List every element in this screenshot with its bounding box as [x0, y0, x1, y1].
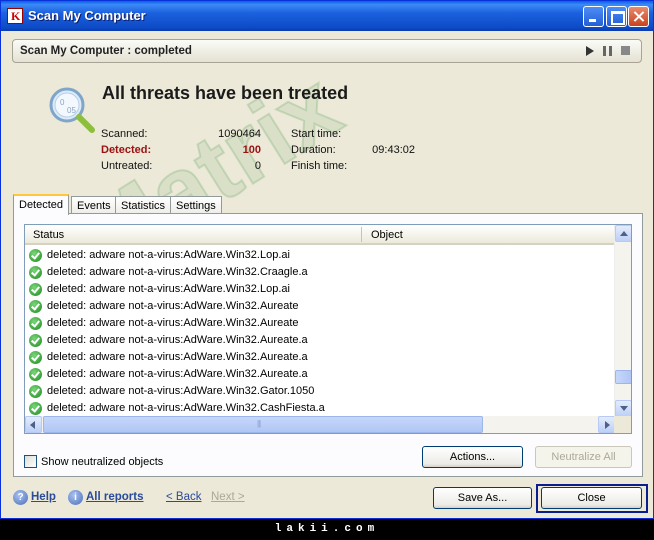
- column-header-status[interactable]: Status: [33, 229, 64, 241]
- help-icon[interactable]: ?: [13, 490, 28, 505]
- scroll-right-button[interactable]: [598, 416, 615, 433]
- window-title: Scan My Computer: [28, 8, 146, 23]
- green-check-icon: [29, 283, 42, 296]
- info-icon[interactable]: i: [68, 490, 83, 505]
- all-reports-link[interactable]: All reports: [86, 491, 144, 503]
- next-link[interactable]: Next >: [211, 491, 245, 503]
- row-status-text: deleted: adware not-a-virus:AdWare.Win32…: [47, 351, 308, 363]
- green-check-icon: [29, 368, 42, 381]
- scanned-label: Scanned:: [101, 128, 148, 140]
- row-status-text: deleted: adware not-a-virus:AdWare.Win32…: [47, 300, 299, 312]
- list-item[interactable]: deleted: adware not-a-virus:AdWare.Win32…: [25, 314, 615, 331]
- start-time-label: Start time:: [291, 128, 342, 140]
- footer-bar: lakii.com: [0, 519, 654, 540]
- list-item[interactable]: deleted: adware not-a-virus:AdWare.Win32…: [25, 263, 615, 280]
- detected-label: Detected:: [101, 144, 152, 156]
- list-item[interactable]: deleted: adware not-a-virus:AdWare.Win32…: [25, 246, 615, 263]
- list-item[interactable]: deleted: adware not-a-virus:AdWare.Win32…: [25, 365, 615, 382]
- detected-objects-list[interactable]: Status Object deleted: adware not-a-viru…: [24, 224, 632, 434]
- close-window-button[interactable]: [628, 6, 649, 27]
- title-bar[interactable]: Scan My Computer: [1, 1, 653, 31]
- actions-button[interactable]: Actions...: [422, 446, 523, 468]
- green-check-icon: [29, 317, 42, 330]
- list-item[interactable]: deleted: adware not-a-virus:AdWare.Win32…: [25, 348, 615, 365]
- svg-text:0: 0: [60, 98, 65, 107]
- close-button[interactable]: Close: [541, 487, 642, 509]
- duration-label: Duration:: [291, 144, 336, 156]
- green-check-icon: [29, 402, 42, 415]
- show-neutralized-checkbox[interactable]: [24, 455, 37, 468]
- scrollbar-corner: [614, 416, 631, 433]
- finish-time-label: Finish time:: [291, 160, 348, 172]
- untreated-value: 0: [254, 160, 261, 172]
- scroll-up-button[interactable]: [615, 225, 631, 242]
- tab-detected[interactable]: Detected: [13, 194, 70, 215]
- kaspersky-k-icon: [7, 8, 23, 24]
- row-status-text: deleted: adware not-a-virus:AdWare.Win32…: [47, 402, 325, 414]
- row-status-text: deleted: adware not-a-virus:AdWare.Win32…: [47, 334, 308, 346]
- help-link[interactable]: Help: [31, 491, 56, 503]
- horizontal-scrollbar[interactable]: [25, 416, 615, 433]
- svg-text:05: 05: [67, 106, 76, 115]
- list-item[interactable]: deleted: adware not-a-virus:AdWare.Win32…: [25, 382, 615, 399]
- green-check-icon: [29, 266, 42, 279]
- list-item[interactable]: deleted: adware not-a-virus:AdWare.Win32…: [25, 280, 615, 297]
- scan-status-panel: Scan My Computer : completed: [12, 39, 642, 63]
- list-rows: deleted: adware not-a-virus:AdWare.Win32…: [25, 246, 615, 416]
- save-as-button[interactable]: Save As...: [433, 487, 532, 509]
- row-status-text: deleted: adware not-a-virus:AdWare.Win32…: [47, 317, 299, 329]
- untreated-label: Untreated:: [101, 160, 153, 172]
- vertical-scroll-thumb[interactable]: [615, 370, 631, 384]
- row-status-text: deleted: adware not-a-virus:AdWare.Win32…: [47, 283, 290, 295]
- row-status-text: deleted: adware not-a-virus:AdWare.Win32…: [47, 368, 308, 380]
- green-check-icon: [29, 249, 42, 262]
- vertical-scrollbar[interactable]: [614, 225, 631, 417]
- scan-result-headline: All threats have been treated: [102, 83, 349, 103]
- scroll-down-button[interactable]: [615, 400, 631, 417]
- detected-value: 100: [242, 144, 261, 156]
- green-check-icon: [29, 351, 42, 364]
- scan-window: Scan My Computer Scan My Computer : comp…: [0, 0, 654, 519]
- scanned-value: 1090464: [218, 128, 261, 140]
- duration-value: 09:43:02: [372, 144, 415, 156]
- back-link[interactable]: < Back: [166, 491, 201, 503]
- row-status-text: deleted: adware not-a-virus:AdWare.Win32…: [47, 266, 308, 278]
- maximize-button[interactable]: [606, 6, 627, 27]
- list-item[interactable]: deleted: adware not-a-virus:AdWare.Win32…: [25, 297, 615, 314]
- neutralize-all-button[interactable]: Neutralize All: [535, 446, 632, 468]
- minimize-button[interactable]: [583, 6, 604, 27]
- footer-text: lakii.com: [274, 523, 380, 535]
- pause-icon[interactable]: [603, 46, 612, 56]
- stop-icon[interactable]: [621, 46, 630, 55]
- column-header-object[interactable]: Object: [371, 229, 403, 241]
- detected-tab-panel: Status Object deleted: adware not-a-viru…: [13, 213, 643, 477]
- green-check-icon: [29, 334, 42, 347]
- list-item[interactable]: deleted: adware not-a-virus:AdWare.Win32…: [25, 331, 615, 348]
- row-status-text: deleted: adware not-a-virus:AdWare.Win32…: [47, 249, 290, 261]
- scroll-left-button[interactable]: [25, 416, 42, 433]
- scan-status-text: Scan My Computer : completed: [20, 45, 192, 57]
- green-check-icon: [29, 385, 42, 398]
- list-header: Status Object: [25, 225, 615, 245]
- horizontal-scroll-thumb[interactable]: [43, 416, 483, 433]
- show-neutralized-label[interactable]: Show neutralized objects: [41, 456, 163, 468]
- column-divider[interactable]: [361, 227, 362, 242]
- play-icon[interactable]: [586, 46, 594, 56]
- list-item[interactable]: deleted: adware not-a-virus:AdWare.Win32…: [25, 399, 615, 416]
- magnifier-scan-icon: 0 05: [49, 87, 95, 133]
- green-check-icon: [29, 300, 42, 313]
- row-status-text: deleted: adware not-a-virus:AdWare.Win32…: [47, 385, 315, 397]
